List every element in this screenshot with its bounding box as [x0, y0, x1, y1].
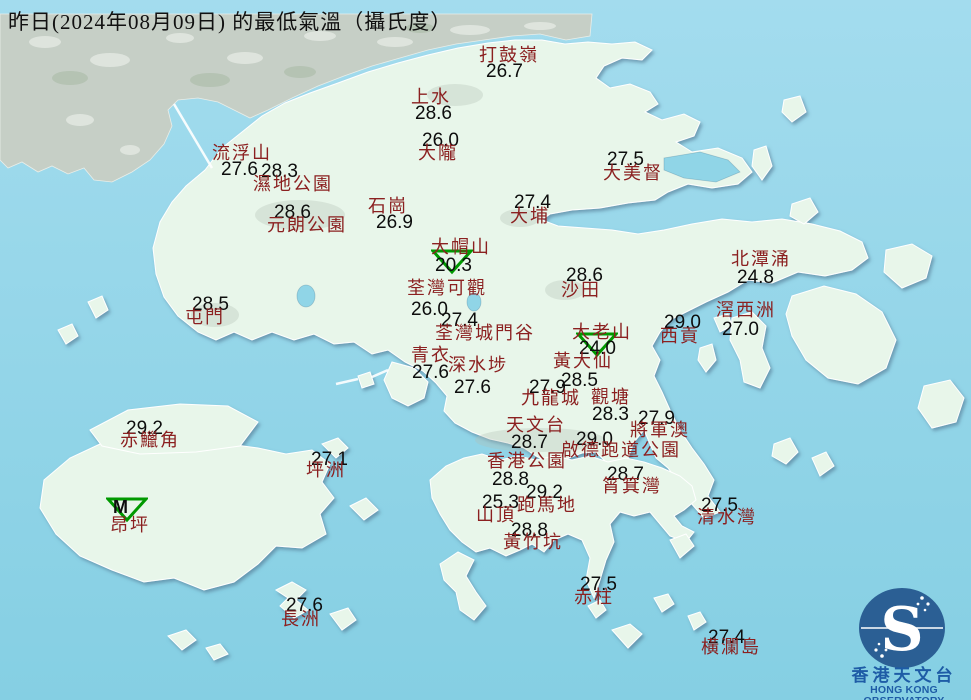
station-label: 元朗公園	[267, 216, 347, 234]
station-label: 打鼓嶺	[479, 46, 539, 64]
station-label: 天文台	[506, 416, 566, 434]
station-label: 赤鱲角	[120, 431, 180, 449]
station-label: 青衣	[411, 346, 451, 364]
station-label: 深水埗	[448, 356, 508, 374]
station-label: 石崗	[368, 197, 408, 215]
station-value: 28.7	[511, 433, 548, 452]
station-value: 28.8	[492, 470, 529, 489]
station-value: 20.3	[435, 256, 472, 275]
station-label: 昂坪	[110, 516, 150, 534]
station-label: 大美督	[603, 164, 663, 182]
logo-cn-text: 香港天文台	[840, 667, 968, 684]
station-label: 荃灣可觀	[407, 279, 487, 297]
tai-lam-reservoir	[297, 285, 315, 307]
station-missing-flag: M	[113, 498, 128, 516]
station-label: 西貢	[660, 327, 700, 345]
station-label: 香港公園	[487, 452, 567, 470]
station-label: 荃灣城門谷	[435, 324, 535, 342]
station-label: 北潭涌	[731, 250, 791, 268]
station-label: 九龍城	[521, 389, 581, 407]
station-label: 赤柱	[574, 588, 614, 606]
weather-map-canvas: S 昨日(2024年08月09日) 的最低氣溫（攝氏度） 26.7打鼓嶺28.6…	[0, 0, 971, 700]
station-label: 大老山	[572, 323, 632, 341]
station-value: 28.3	[592, 405, 629, 424]
station-value: 27.6	[454, 378, 491, 397]
station-value: 24.8	[737, 268, 774, 287]
hko-logo-captions: 香港天文台 HONG KONG OBSERVATORY	[840, 585, 968, 697]
station-label: 橫瀾島	[701, 638, 761, 656]
hong-kong-map: S	[0, 0, 971, 700]
station-label: 屯門	[185, 308, 225, 326]
station-label: 大埔	[510, 207, 550, 225]
station-label: 流浮山	[212, 144, 272, 162]
station-value: 27.6	[412, 363, 449, 382]
station-label: 將軍澳	[630, 421, 690, 439]
station-label: 觀塘	[591, 388, 631, 406]
station-label: 筲箕灣	[602, 477, 662, 495]
station-label: 坪洲	[306, 461, 346, 479]
station-label: 濕地公園	[253, 175, 333, 193]
station-value: 27.0	[722, 320, 759, 339]
station-label: 啟德跑道公園	[561, 441, 681, 459]
station-label: 黃大仙	[553, 352, 613, 370]
station-label: 大隴	[418, 144, 458, 162]
station-label: 大帽山	[431, 238, 491, 256]
station-label: 沙田	[561, 281, 601, 299]
station-label: 長洲	[281, 610, 321, 628]
station-label: 滘西洲	[716, 301, 776, 319]
station-label: 跑馬地	[517, 496, 577, 514]
page-title: 昨日(2024年08月09日) 的最低氣溫（攝氏度）	[8, 6, 452, 36]
station-label: 清水灣	[697, 508, 757, 526]
station-label: 上水	[411, 88, 451, 106]
logo-en-text: HONG KONG OBSERVATORY	[832, 685, 971, 700]
station-label: 黃竹坑	[503, 533, 563, 551]
station-label: 山頂	[476, 506, 516, 524]
